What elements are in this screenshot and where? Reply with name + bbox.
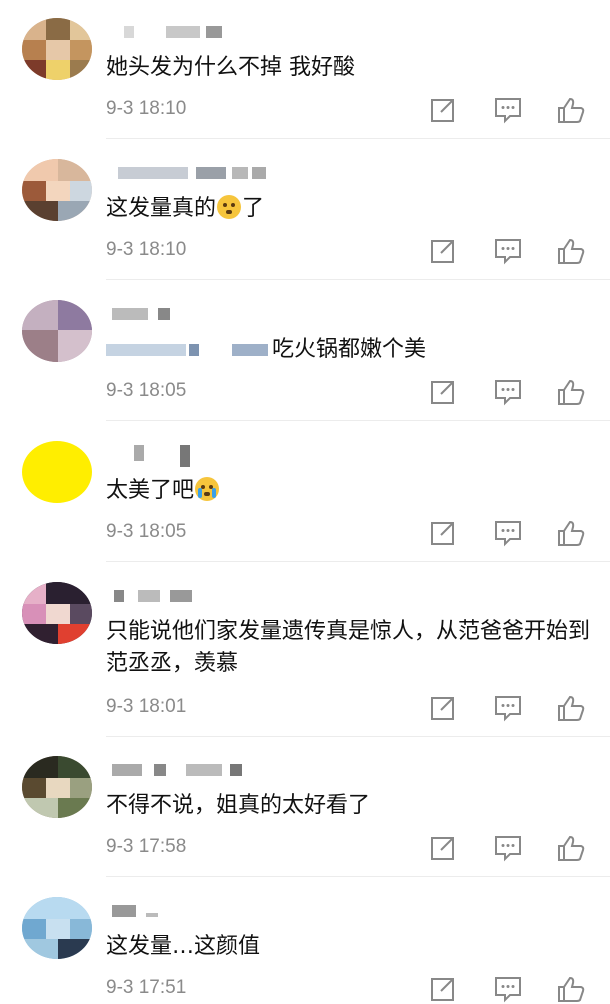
username[interactable] (106, 586, 326, 606)
like-icon[interactable] (556, 693, 586, 723)
comment-item: 这发量…这颜值 9-3 17:51 (0, 879, 610, 1003)
comment-timestamp: 9-3 18:05 (106, 380, 187, 401)
divider (106, 279, 610, 280)
comment-item: 太美了吧 9-3 18:05 (0, 423, 610, 563)
username[interactable] (106, 445, 326, 467)
divider (106, 138, 610, 139)
divider (106, 876, 610, 877)
comment-text: 这发量真的了 (106, 195, 265, 221)
comment-text: 吃火锅都嫩个美 (106, 334, 596, 366)
comment-timestamp: 9-3 18:10 (106, 98, 187, 119)
username[interactable] (106, 760, 326, 780)
avatar[interactable] (22, 159, 92, 221)
username[interactable] (106, 22, 326, 42)
comment-text: 不得不说，姐真的太好看了 (106, 793, 371, 818)
avatar[interactable] (22, 756, 92, 818)
like-icon[interactable] (556, 236, 586, 266)
comment-item: 她头发为什么不掉 我好酸 9-3 18:10 (0, 0, 610, 140)
like-icon[interactable] (556, 95, 586, 125)
comment-timestamp: 9-3 18:10 (106, 239, 187, 260)
comment-item: 不得不说，姐真的太好看了 9-3 17:58 (0, 738, 610, 878)
username[interactable] (106, 304, 326, 324)
avatar[interactable] (22, 18, 92, 80)
username[interactable] (106, 163, 326, 183)
reply-icon[interactable] (493, 95, 523, 125)
comment-timestamp: 9-3 18:01 (106, 696, 187, 717)
share-icon[interactable] (428, 236, 458, 266)
reply-icon[interactable] (493, 833, 523, 863)
like-icon[interactable] (556, 833, 586, 863)
comment-text: 太美了吧 (106, 475, 596, 507)
avatar[interactable] (22, 582, 92, 644)
comment-item: 这发量真的了 9-3 18:10 (0, 141, 610, 281)
avatar[interactable] (22, 897, 92, 959)
share-icon[interactable] (428, 833, 458, 863)
reply-icon[interactable] (493, 518, 523, 548)
crying-face-emoji (195, 477, 220, 501)
share-icon[interactable] (428, 377, 458, 407)
like-icon[interactable] (556, 377, 586, 407)
comment-timestamp: 9-3 17:58 (106, 836, 187, 857)
comment-timestamp: 9-3 18:05 (106, 521, 187, 542)
share-icon[interactable] (428, 518, 458, 548)
comment-item: 吃火锅都嫩个美 9-3 18:05 (0, 282, 610, 422)
reply-icon[interactable] (493, 693, 523, 723)
username[interactable] (106, 901, 326, 921)
reply-icon[interactable] (493, 377, 523, 407)
share-icon[interactable] (428, 95, 458, 125)
share-icon[interactable] (428, 693, 458, 723)
comment-item: 只能说他们家发量遗传真是惊人，从范爸爸开始到范丞丞，羡慕 9-3 18:01 (0, 564, 610, 737)
reply-icon[interactable] (493, 236, 523, 266)
avatar[interactable] (22, 300, 92, 362)
divider (106, 736, 610, 737)
divider (106, 420, 610, 421)
shy-face-emoji (217, 195, 242, 219)
mention-username[interactable] (106, 344, 186, 356)
divider (106, 561, 610, 562)
comment-text: 只能说他们家发量遗传真是惊人，从范爸爸开始到范丞丞，羡慕 (106, 619, 591, 676)
avatar[interactable] (22, 441, 92, 503)
like-icon[interactable] (556, 518, 586, 548)
comment-text: 她头发为什么不掉 我好酸 (106, 55, 355, 80)
comment-timestamp: 9-3 17:51 (106, 977, 187, 998)
comment-text: 这发量…这颜值 (106, 934, 261, 959)
